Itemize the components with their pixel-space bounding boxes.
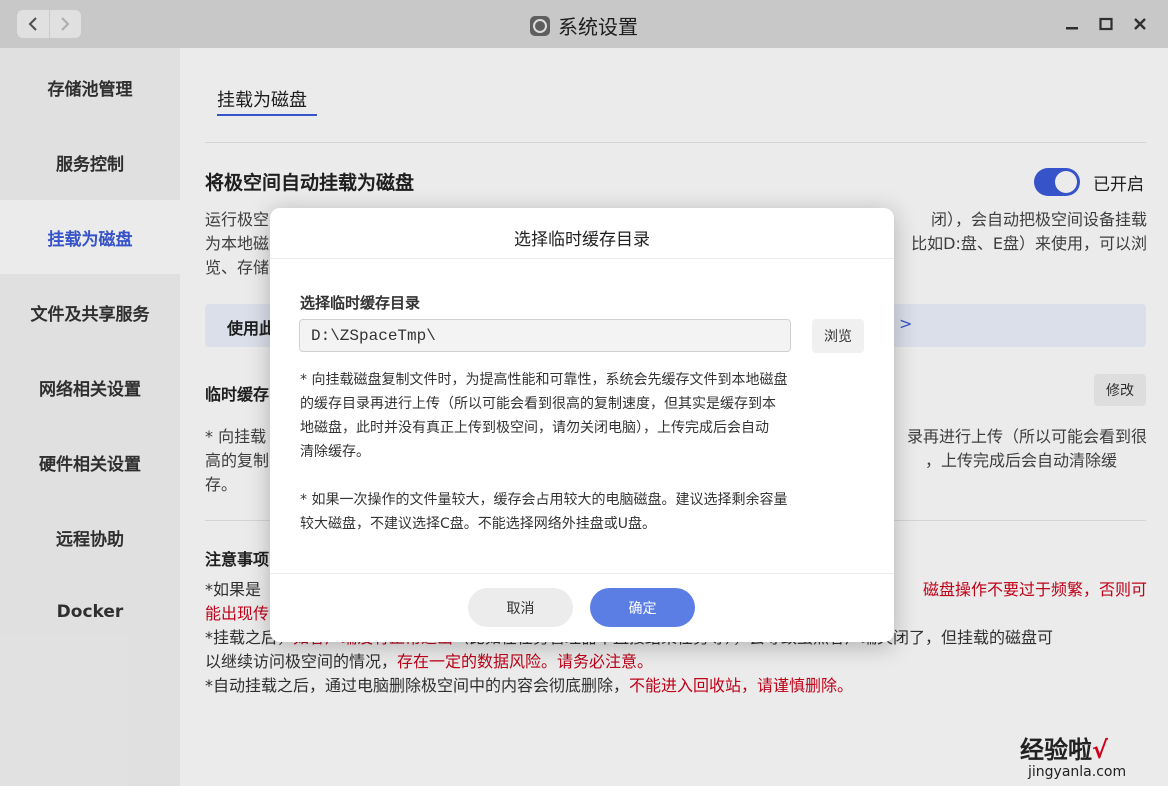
divider bbox=[270, 258, 894, 259]
cancel-button[interactable]: 取消 bbox=[468, 588, 573, 627]
watermark-url: jingyanla.com bbox=[1028, 764, 1127, 780]
cache-warning-text: * 如果一次操作的文件量较大，缓存会占用较大的电脑磁盘。建议选择剩余容量 较大磁… bbox=[300, 492, 788, 532]
confirm-button[interactable]: 确定 bbox=[590, 588, 695, 627]
watermark-logo: 经验啦√ bbox=[1020, 736, 1109, 764]
dialog-title: 选择临时缓存目录 bbox=[514, 230, 650, 250]
cache-dir-input[interactable] bbox=[299, 319, 791, 352]
cache-info-text: * 向挂载磁盘复制文件时，为提高性能和可靠性，系统会先缓存文件到本地磁盘 的缓存… bbox=[300, 372, 788, 460]
cache-dir-field-label: 选择临时缓存目录 bbox=[300, 294, 421, 312]
select-cache-dir-dialog: 选择临时缓存目录 选择临时缓存目录 浏览 * 向挂载磁盘复制文件时，为提高性能和… bbox=[270, 208, 894, 642]
browse-button[interactable]: 浏览 bbox=[812, 319, 864, 353]
divider bbox=[270, 573, 894, 574]
